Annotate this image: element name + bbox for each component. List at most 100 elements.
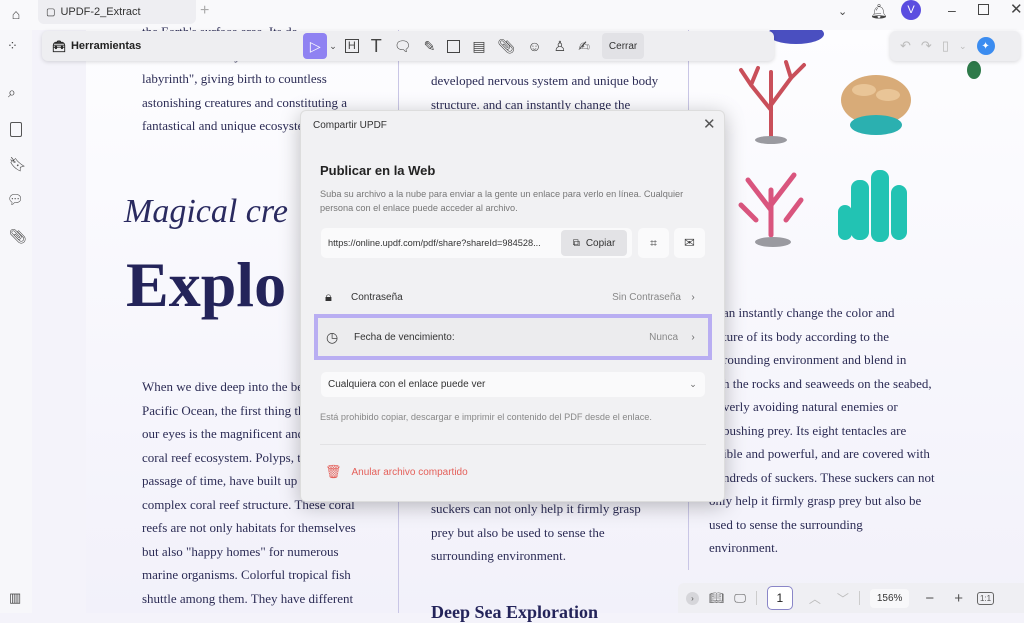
close-toolbar-button[interactable]: Cerrar — [601, 33, 645, 59]
zoom-level[interactable]: 156% — [869, 588, 910, 608]
text-line: environment. — [709, 540, 778, 555]
divider — [858, 591, 860, 605]
zoom-out-icon[interactable]: − — [919, 590, 940, 607]
maximize-button[interactable] — [978, 4, 989, 15]
sticker-tool-button[interactable]: ☺ — [521, 33, 547, 59]
text-line: developed nervous system and unique body — [431, 73, 659, 88]
avatar[interactable]: V — [901, 0, 921, 20]
expiry-date-row[interactable]: ◷ Fecha de vencimiento: Nunca › — [314, 314, 712, 360]
coral-image — [967, 61, 981, 79]
email-button[interactable]: ✉︎ — [674, 228, 705, 258]
share-link-field[interactable]: https://online.updf.com/pdf/share?shareI… — [321, 228, 632, 258]
select-tool-button[interactable]: ▷ — [303, 33, 328, 59]
stamp-tool-button[interactable]: ▤ — [466, 33, 491, 59]
text-line: rounding environment and blend in — [723, 352, 907, 367]
chevron-down-icon[interactable]: ⌄ — [327, 33, 339, 59]
text-line: ture of its body according to the — [723, 328, 890, 344]
paperclip-icon: 📎︎ — [497, 37, 516, 54]
pencil-icon: ✎ — [423, 37, 436, 54]
heading-italic: Magical cre — [124, 193, 288, 230]
copy-icon: ⧉ — [572, 237, 580, 249]
ai-assistant-icon[interactable]: ✦ — [976, 37, 995, 55]
page-icon[interactable] — [10, 122, 22, 137]
chevron-right-icon: › — [691, 331, 695, 343]
comment-tool-button[interactable]: 🗨︎ — [388, 33, 418, 59]
share-link-text: https://online.updf.com/pdf/share?shareI… — [328, 238, 541, 248]
redo-icon[interactable]: ↷ — [921, 38, 932, 54]
chevron-down-icon[interactable]: ⌄ — [838, 5, 847, 18]
bell-icon[interactable]: 🔔︎ — [870, 3, 888, 20]
clock-icon: ◷ — [326, 328, 339, 345]
copy-label: Copiar — [585, 237, 616, 249]
minimize-button[interactable]: – — [948, 2, 956, 18]
toolbox-icon: 🧰︎ — [52, 40, 66, 53]
coral-image — [768, 30, 824, 44]
password-row[interactable]: 🔒︎ Contraseña Sin Contraseña › — [317, 285, 705, 309]
qr-code-icon: ⌗ — [650, 235, 657, 250]
actual-size-icon[interactable]: 1:1 — [976, 591, 995, 605]
tools-button[interactable]: 🧰︎ Herramientas — [46, 33, 147, 59]
ruler-icon: ▤ — [472, 37, 486, 54]
cursor-icon: ▷ — [309, 37, 321, 54]
text-line: but also "happy homes" for numerous — [142, 543, 339, 559]
text-tool-button[interactable]: T — [365, 33, 388, 59]
chevron-down-icon[interactable]: ⌄ — [959, 41, 967, 52]
heading-icon: H — [344, 39, 359, 53]
new-tab-button[interactable]: + — [200, 2, 209, 20]
page-navigation-bar: › 📖︎ 🖵︎ 1 ︿ ﹀ 156% − + 1:1 — [678, 583, 1024, 613]
heading-big: Explo — [126, 249, 287, 320]
pencil-tool-button[interactable]: ✎ — [418, 33, 442, 59]
text-line: verly avoiding natural enemies or — [723, 399, 898, 414]
highlight-tool-button[interactable]: H — [339, 33, 365, 59]
notice-text: Está prohibido copiar, descargar e impri… — [320, 412, 652, 422]
middle-bottom-text: suckers can not only help it firmly gras… — [431, 497, 641, 568]
comment-icon: 🗨︎ — [393, 37, 412, 54]
middle-top-text: developed nervous system and unique body… — [431, 69, 658, 116]
lock-icon: 🔒︎ — [325, 289, 332, 304]
apps-icon[interactable]: ⁘ — [7, 38, 18, 54]
text-icon: T — [370, 35, 382, 56]
text-line: prey but also be used to sense the — [431, 524, 605, 540]
copy-button[interactable]: ⧉ Copiar — [561, 230, 627, 256]
zoom-in-icon[interactable]: + — [950, 590, 967, 607]
history-toolbar: ↶ ↷ ▯ ⌄ ✦ — [890, 31, 1020, 61]
coral-image — [841, 75, 911, 135]
divider — [320, 444, 706, 445]
signature-icon: ✍︎ — [578, 37, 590, 54]
expiry-value: Nunca — [649, 331, 678, 343]
signature-tool-button[interactable]: ✍︎ — [572, 33, 596, 59]
coral-base — [755, 237, 791, 247]
page-layout-icon[interactable]: 📖︎ — [709, 591, 724, 605]
text-line: reefs are not only habitats for themselv… — [142, 520, 356, 535]
description-text: Suba su archivo a la nube para enviar a … — [320, 189, 684, 213]
permission-dropdown[interactable]: Cualquiera con el enlace puede ver ⌄ — [321, 372, 705, 397]
close-window-button[interactable]: ✕ — [1010, 0, 1023, 18]
home-icon[interactable]: ⌂ — [6, 4, 26, 24]
stamp-icon: ♙ — [553, 37, 567, 54]
bookmark-icon[interactable]: 🔖︎ — [9, 156, 27, 173]
expand-icon[interactable]: › — [686, 591, 699, 605]
presentation-icon[interactable]: 🖵︎ — [734, 591, 746, 606]
revoke-label: Anular archivo compartido — [351, 466, 468, 478]
save-icon[interactable]: ▯ — [942, 38, 949, 54]
undo-icon[interactable]: ↶ — [900, 38, 911, 54]
stamp-button[interactable]: ♙ — [548, 33, 573, 59]
text-line: bushing prey. Its eight tentacles are — [723, 422, 907, 438]
attachment-tool-button[interactable]: 📎︎ — [492, 33, 522, 59]
shape-tool-button[interactable] — [441, 33, 466, 59]
attachment-icon[interactable]: 📎︎ — [9, 228, 27, 245]
page-number-input[interactable]: 1 — [766, 586, 793, 610]
close-icon[interactable]: ✕ — [703, 115, 716, 133]
layers-icon[interactable]: ▥ — [9, 590, 21, 606]
qr-code-button[interactable]: ⌗ — [638, 228, 669, 258]
revoke-share-button[interactable]: 🗑︎ Anular archivo compartido — [325, 464, 468, 480]
coral-image — [838, 170, 907, 242]
tools-label: Herramientas — [70, 40, 142, 52]
search-icon[interactable]: ⌕ — [8, 84, 16, 101]
next-page-icon[interactable]: ﹀ — [837, 590, 849, 607]
ai-chat-icon[interactable]: 💬︎ — [7, 192, 24, 208]
text-line: labyrinth", giving birth to countless — [142, 71, 327, 86]
text-line: shuttle among them. They have different — [142, 590, 354, 606]
previous-page-icon[interactable]: ︿ — [803, 590, 827, 607]
section-heading: Publicar en la Web — [320, 163, 436, 178]
